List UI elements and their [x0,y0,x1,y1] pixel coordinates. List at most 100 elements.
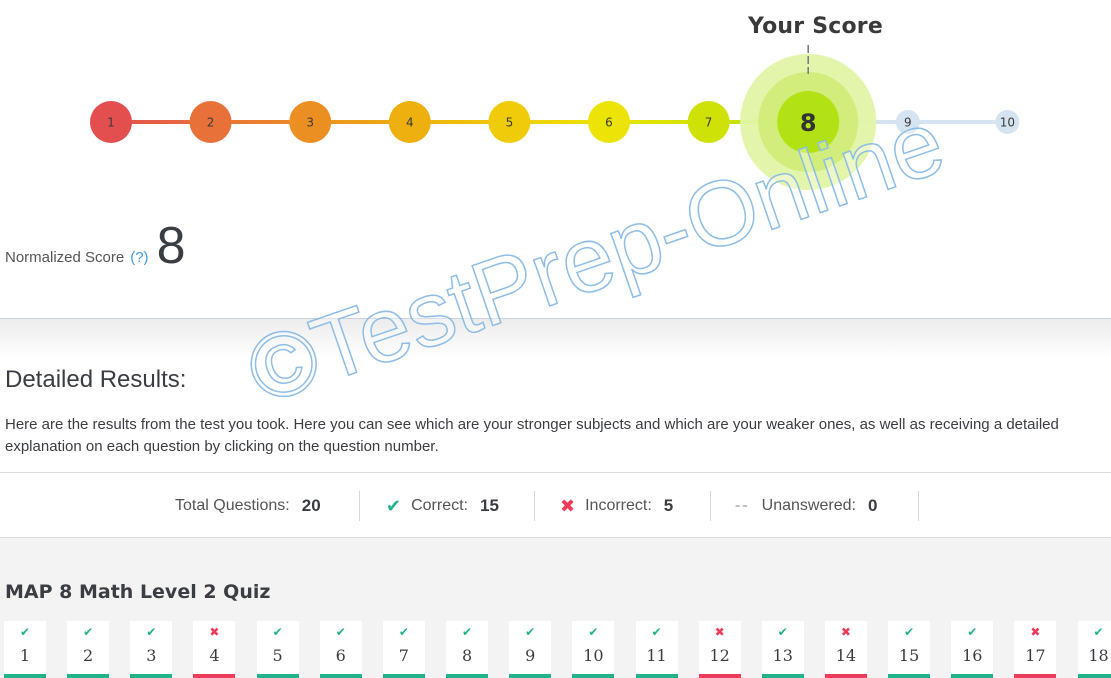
score-section: 1 2 3 4 5 6 7 8 9 10 Your Score Normalized Score … [0,0,1111,318]
question-number: 2 [83,646,94,665]
question-number: 9 [525,646,536,665]
question-tile[interactable]: ✔ 18 [1077,621,1111,678]
question-tile[interactable]: ✔ 1 [4,621,46,678]
question-status-bar [1077,674,1111,678]
scale-step-label: 6 [605,116,613,130]
question-status-bar [319,674,362,678]
question-number: 18 [1088,646,1109,665]
check-icon: ✔ [19,625,31,639]
scale-step-label: 3 [306,116,314,130]
question-tile[interactable]: ✔ 8 [446,621,489,678]
summary-incorrect-value: 5 [663,496,674,515]
question-number: 17 [1025,646,1046,665]
question-number: 13 [772,646,793,665]
check-icon: ✔ [272,625,283,639]
check-icon: ✔ [146,625,157,639]
summary-total-value: 20 [301,496,321,515]
summary-correct: ✔ Correct: 15 [386,491,499,521]
check-icon: ✔ [777,625,788,639]
question-status-bar [572,674,615,678]
question-status-bar [761,674,804,678]
check-icon: ✔ [462,625,473,639]
question-tile[interactable]: ✔ 5 [256,621,299,678]
summary-unanswered: -- Unanswered: 0 [735,491,877,521]
question-tile[interactable]: ✔ 15 [888,621,931,678]
scale-step-label: 1 [107,116,115,130]
summary-correct-label: Correct: [411,497,468,514]
your-score-label: Your Score [748,14,883,39]
x-icon: ✖ [1030,625,1041,639]
quiz-title: MAP 8 Math Level 2 Quiz [5,581,271,603]
question-tile[interactable]: ✖ 14 [824,621,867,678]
quiz-section: MAP 8 Math Level 2 Quiz ✔ 1 ✔ 2 ✔ 3 ✖ 4 ✔ 5 ✔ 6 ✔ 7 ✔ 8… [0,538,1111,678]
question-tile[interactable]: ✔ 2 [67,621,110,678]
score-scale-graphic: 1 2 3 4 5 6 7 8 9 10 [90,45,1020,190]
question-status-bar [509,674,552,678]
scale-step-label: 2 [207,116,215,130]
question-status-bar [888,674,931,678]
summary-unanswered-value: 0 [867,496,878,515]
question-status-bar [256,674,299,678]
check-icon: ✔ [651,625,662,639]
question-status-bar [130,674,173,678]
question-tile[interactable]: ✖ 17 [1014,621,1057,678]
question-number: 14 [835,646,857,665]
question-status-bar [698,674,741,678]
question-status-bar [1014,674,1057,678]
check-icon: ✔ [1093,625,1104,639]
x-icon: ✖ [209,625,220,639]
question-tile[interactable]: ✔ 13 [761,621,804,678]
question-number: 1 [19,646,31,665]
check-icon: ✔ [588,625,599,639]
question-number: 15 [898,646,920,665]
question-number: 10 [583,646,604,665]
normalized-score: Normalized Score (?) 8 [5,220,185,272]
question-status-bar [635,674,678,678]
question-tile[interactable]: ✔ 6 [319,621,362,678]
question-tile[interactable]: ✔ 7 [382,621,425,678]
detailed-results-description: Here are the results from the test you t… [5,416,1059,455]
x-icon: ✖ [560,495,576,516]
check-icon: ✔ [525,625,536,639]
question-status-bar [951,674,994,678]
question-tile[interactable]: ✖ 12 [698,621,741,678]
question-status-bar [67,674,110,678]
normalized-score-value: 8 [156,217,186,275]
summary-separator [918,491,919,521]
question-status-bar [824,674,867,678]
summary-correct-value: 15 [480,496,499,515]
section-divider [0,318,1111,358]
summary-separator [534,491,535,521]
check-icon: ✔ [904,625,915,639]
question-tile[interactable]: ✖ 4 [193,621,236,678]
question-number: 12 [709,646,730,665]
check-icon: ✔ [398,625,409,639]
scale-step-label: 8 [800,109,817,137]
scale-step-label: 4 [406,116,414,130]
summary-separator [710,491,711,521]
summary-total: Total Questions: 20 [175,491,321,521]
question-tile[interactable]: ✔ 3 [130,621,173,678]
question-tile[interactable]: ✔ 11 [635,621,678,678]
check-icon: ✔ [83,625,94,639]
question-status-bar [446,674,489,678]
summary-unanswered-label: Unanswered: [761,497,856,514]
question-number: 4 [209,646,220,665]
check-icon: ✔ [967,625,978,639]
question-tile[interactable]: ✔ 10 [572,621,615,678]
question-number: 16 [962,646,983,665]
summary-total-label: Total Questions: [175,497,290,514]
question-status-bar [4,674,46,678]
x-icon: ✖ [840,625,851,639]
check-icon: ✔ [386,495,402,516]
dash-icon: -- [735,497,750,514]
question-tile[interactable]: ✔ 9 [509,621,552,678]
summary-separator [359,491,360,521]
x-icon: ✖ [714,625,725,639]
scale-step-label: 10 [1000,116,1015,130]
normalized-score-help-link[interactable]: (?) [130,249,148,266]
detailed-results-title: Detailed Results: [5,366,187,393]
question-number: 7 [398,646,409,665]
scale-connector [907,120,1008,124]
question-tile[interactable]: ✔ 16 [951,621,994,678]
